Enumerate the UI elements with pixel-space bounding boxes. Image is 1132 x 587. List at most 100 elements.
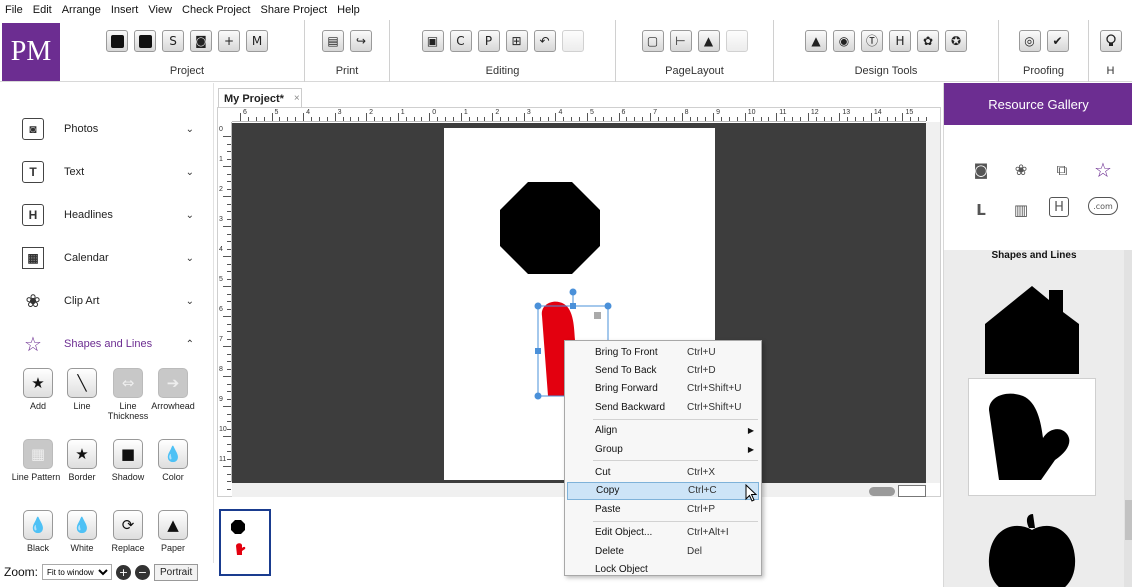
save-as-icon[interactable]: ◙ <box>190 30 212 52</box>
cloud-icon[interactable]: .com <box>1088 197 1118 215</box>
gallery-scroll-thumb[interactable] <box>1125 500 1132 540</box>
menu-item-align[interactable]: Align ▶ <box>565 422 761 440</box>
tool-replace[interactable]: ⟳ Replace <box>105 510 151 553</box>
menu-item-copy[interactable]: Copy Ctrl+C <box>567 481 759 501</box>
white-drop-icon[interactable]: 💧 <box>67 510 97 540</box>
tool-line-thickness[interactable]: ⇔ Line Thickness <box>105 368 151 421</box>
chevron-down-icon[interactable]: ⌄ <box>186 124 194 135</box>
menu-insert[interactable]: Insert <box>106 4 144 16</box>
menu-item-send-backward[interactable]: Send Backward Ctrl+Shift+U <box>565 398 761 416</box>
lotus-icon[interactable]: ❀ <box>1008 157 1034 183</box>
menu-item-bring-to-front[interactable]: Bring To Front Ctrl+U <box>565 343 761 361</box>
tool-arrowhead[interactable]: ➔ Arrowhead <box>150 368 196 411</box>
menu-item-paste[interactable]: Paste Ctrl+P <box>565 500 761 518</box>
menu-arrange[interactable]: Arrange <box>57 4 106 16</box>
copy-icon[interactable]: C <box>449 30 472 52</box>
star-icon[interactable]: ☆ <box>1090 157 1116 183</box>
new-project-icon[interactable] <box>106 30 128 52</box>
panel-item-text[interactable]: T Text ⌄ <box>0 152 210 192</box>
shadow-icon[interactable]: ■ <box>113 439 143 469</box>
chevron-down-icon[interactable]: ⌄ <box>186 167 194 178</box>
star-add-icon[interactable]: ★ <box>23 368 53 398</box>
border-star-icon[interactable]: ★ <box>67 439 97 469</box>
border-icon[interactable] <box>725 30 748 52</box>
close-tab-icon[interactable]: × <box>294 93 300 104</box>
zoom-in-button[interactable]: + <box>116 564 132 580</box>
undo-icon[interactable]: ↶ <box>533 30 556 52</box>
menu-help[interactable]: Help <box>332 4 365 16</box>
redo-icon[interactable] <box>561 30 584 52</box>
vertical-scrollbar[interactable] <box>926 122 940 483</box>
menu-item-bring-forward[interactable]: Bring Forward Ctrl+Shift+U <box>565 380 761 398</box>
cut-icon[interactable]: ▣ <box>421 30 444 52</box>
menu-view[interactable]: View <box>143 4 177 16</box>
panel-item-shapes-and-lines[interactable]: ☆ Shapes and Lines ⌃ <box>0 324 210 364</box>
panel-item-clip-art[interactable]: ❀ Clip Art ⌄ <box>0 281 210 321</box>
panel-item-photos[interactable]: ◙ Photos ⌄ <box>0 109 210 149</box>
line-thickness-icon[interactable]: ⇔ <box>113 368 143 398</box>
gallery-item-mitten[interactable] <box>968 378 1096 496</box>
select-all-icon[interactable]: ⊞ <box>505 30 528 52</box>
panel-item-headlines[interactable]: H Headlines ⌄ <box>0 195 210 235</box>
overlap-shapes-icon[interactable]: ⧉ <box>1049 157 1075 183</box>
menu-item-delete[interactable]: Delete Del <box>565 542 761 560</box>
gallery-scrollbar[interactable] <box>1124 250 1132 587</box>
columns-icon[interactable]: ▥ <box>1008 197 1034 223</box>
menu-item-lock-object[interactable]: Lock Object <box>565 560 761 578</box>
print-icon[interactable]: ▤ <box>322 30 344 52</box>
menu-item-send-to-back[interactable]: Send To Back Ctrl+D <box>565 361 761 379</box>
replace-icon[interactable]: ⟳ <box>113 510 143 540</box>
menu-item-cut[interactable]: Cut Ctrl+X <box>565 463 761 481</box>
tool-black[interactable]: 💧 Black <box>15 510 61 553</box>
tool-shadow[interactable]: ■ Shadow <box>105 439 151 482</box>
chevron-up-icon[interactable]: ⌃ <box>186 339 194 350</box>
lightbulb-icon[interactable] <box>1099 30 1122 52</box>
background-icon[interactable]: ▲ <box>697 30 720 52</box>
line-icon[interactable]: ╲ <box>67 368 97 398</box>
save-icon[interactable]: S <box>162 30 184 52</box>
zoom-out-button[interactable]: − <box>135 564 151 580</box>
paper-image-icon[interactable]: ▲ <box>158 510 188 540</box>
zoom-percent-field[interactable] <box>898 485 926 497</box>
tool-color[interactable]: 💧 Color <box>150 439 196 482</box>
document-tab[interactable]: My Project* × <box>218 88 302 108</box>
tool-add[interactable]: ★ Add <box>15 368 61 411</box>
menu-share-project[interactable]: Share Project <box>256 4 333 16</box>
zoom-slider[interactable] <box>869 487 895 496</box>
guides-icon[interactable]: ⊢ <box>669 30 692 52</box>
camera-icon[interactable]: ◉ <box>833 30 855 52</box>
clipart-icon[interactable]: ✿ <box>917 30 939 52</box>
paste-icon[interactable]: P <box>477 30 500 52</box>
gallery-item-house[interactable] <box>968 270 1096 388</box>
menu-item-edit-object[interactable]: Edit Object... Ctrl+Alt+I <box>565 524 761 542</box>
tool-line[interactable]: ╲ Line <box>59 368 105 411</box>
spell-check-icon[interactable]: ✔ <box>1046 30 1069 52</box>
chevron-down-icon[interactable]: ⌄ <box>186 296 194 307</box>
gallery-item-pumpkin[interactable] <box>968 498 1096 587</box>
proof-view-icon[interactable]: ◎ <box>1018 30 1041 52</box>
share-icon[interactable]: ↪ <box>350 30 372 52</box>
image-icon[interactable]: ▲ <box>805 30 827 52</box>
tool-line-pattern[interactable]: ▦ Line Pattern <box>12 439 61 482</box>
orientation-button[interactable]: Portrait <box>154 563 199 581</box>
tool-border[interactable]: ★ Border <box>59 439 105 482</box>
black-drop-icon[interactable]: 💧 <box>23 510 53 540</box>
add-page-icon[interactable]: + <box>218 30 240 52</box>
menu-check-project[interactable]: Check Project <box>177 4 255 16</box>
menu-item-group[interactable]: Group ▶ <box>565 440 761 458</box>
arrowhead-icon[interactable]: ➔ <box>158 368 188 398</box>
panel-item-calendar[interactable]: ▦ Calendar ⌄ <box>0 238 210 278</box>
chevron-down-icon[interactable]: ⌄ <box>186 253 194 264</box>
layout-icon[interactable]: L <box>968 197 994 223</box>
headline-icon[interactable]: H <box>1049 197 1069 217</box>
page-thumbnail[interactable] <box>219 509 271 576</box>
layout-icon[interactable]: ▢ <box>641 30 664 52</box>
open-folder-icon[interactable] <box>134 30 156 52</box>
camera-icon[interactable]: ◙ <box>968 157 994 183</box>
chevron-down-icon[interactable]: ⌄ <box>186 210 194 221</box>
shape-icon[interactable]: ✪ <box>945 30 967 52</box>
headline-icon[interactable]: H <box>889 30 911 52</box>
zoom-select[interactable]: Fit to window <box>42 564 113 580</box>
color-drop-icon[interactable]: 💧 <box>158 439 188 469</box>
tool-white[interactable]: 💧 White <box>59 510 105 553</box>
